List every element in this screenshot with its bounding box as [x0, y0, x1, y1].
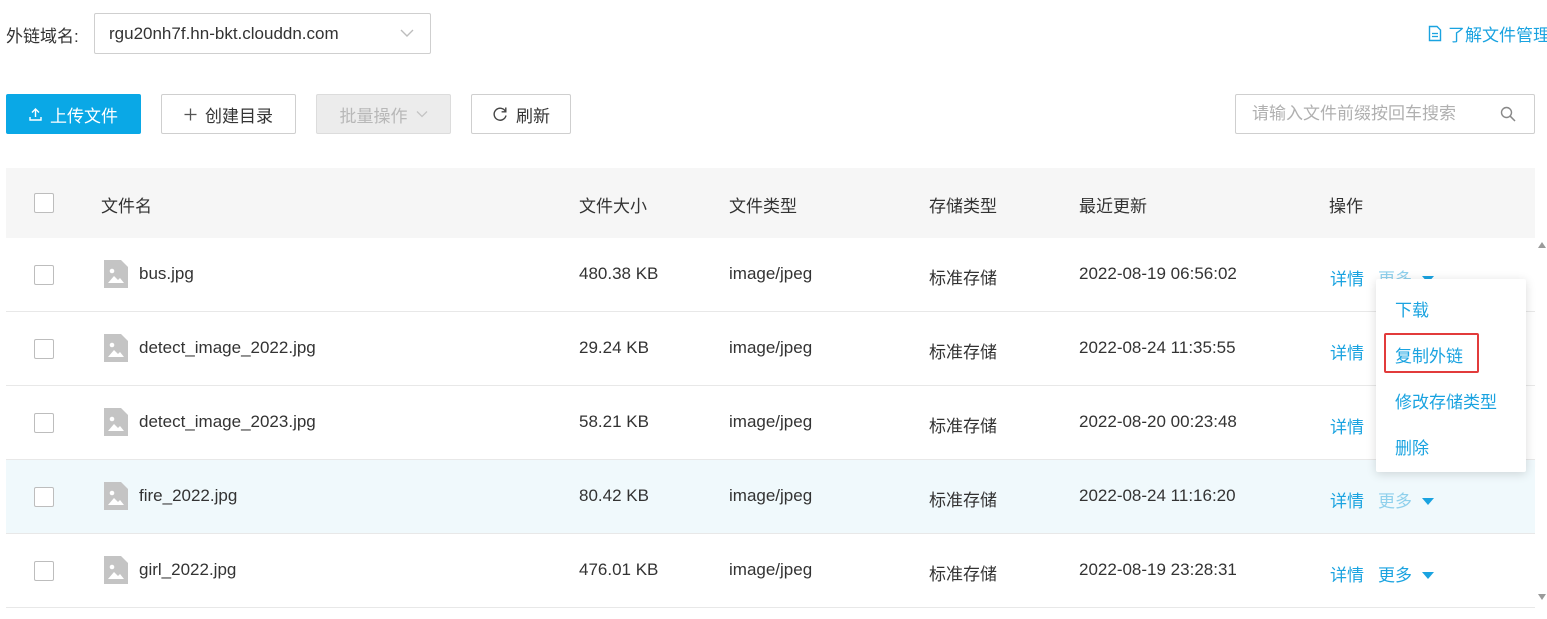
file-size: 58.21 KB: [579, 412, 649, 431]
domain-select-value: rgu20nh7f.hn-bkt.clouddn.com: [109, 24, 339, 43]
file-size: 29.24 KB: [579, 338, 649, 357]
row-checkbox[interactable]: [34, 413, 54, 433]
chevron-down-icon: [400, 29, 414, 37]
row-checkbox[interactable]: [34, 487, 54, 507]
table-row: girl_2022.jpg 476.01 KB image/jpeg 标准存储 …: [6, 534, 1535, 608]
table-row: bus.jpg 480.38 KB image/jpeg 标准存储 2022-0…: [6, 238, 1535, 312]
detail-link[interactable]: 详情: [1330, 413, 1364, 438]
domain-select[interactable]: rgu20nh7f.hn-bkt.clouddn.com: [94, 13, 431, 54]
create-directory-label: 创建目录: [205, 106, 273, 126]
updated-time: 2022-08-19 06:56:02: [1079, 264, 1237, 283]
file-name[interactable]: fire_2022.jpg: [139, 486, 237, 506]
storage-type: 标准存储: [929, 491, 997, 510]
upload-icon: [29, 107, 42, 121]
header-type: 文件类型: [729, 197, 797, 216]
row-checkbox[interactable]: [34, 339, 54, 359]
menu-item-delete[interactable]: 删除: [1395, 434, 1429, 459]
more-label: 更多: [1378, 492, 1412, 511]
caret-down-icon: [1422, 498, 1434, 505]
menu-item-change-storage[interactable]: 修改存储类型: [1395, 388, 1497, 413]
updated-time: 2022-08-24 11:35:55: [1079, 338, 1236, 357]
menu-item-copy-link[interactable]: 复制外链: [1395, 342, 1463, 367]
file-type: image/jpeg: [729, 264, 813, 283]
detail-link[interactable]: 详情: [1330, 561, 1364, 586]
storage-type: 标准存储: [929, 343, 997, 362]
plus-icon: [184, 108, 197, 120]
header-storage: 存储类型: [929, 197, 997, 216]
file-type: image/jpeg: [729, 560, 813, 579]
scroll-down-icon[interactable]: [1538, 594, 1546, 600]
image-file-icon: [104, 334, 128, 362]
file-type: image/jpeg: [729, 412, 813, 431]
batch-operation-label: 批量操作: [339, 106, 408, 126]
batch-operation-button[interactable]: 批量操作: [316, 94, 451, 134]
more-dropdown[interactable]: 更多: [1378, 487, 1434, 512]
file-name[interactable]: detect_image_2022.jpg: [139, 338, 316, 358]
domain-label: 外链域名:: [6, 27, 79, 46]
select-all-checkbox[interactable]: [34, 193, 54, 213]
header-size: 文件大小: [579, 197, 647, 216]
row-checkbox[interactable]: [34, 561, 54, 581]
search-icon[interactable]: [1500, 106, 1516, 122]
file-size: 476.01 KB: [579, 560, 659, 579]
row-checkbox[interactable]: [34, 265, 54, 285]
image-file-icon: [104, 260, 128, 288]
header-name: 文件名: [101, 197, 152, 216]
image-file-icon: [104, 408, 128, 436]
storage-type: 标准存储: [929, 565, 997, 584]
updated-time: 2022-08-19 23:28:31: [1079, 560, 1237, 579]
table-row: detect_image_2022.jpg 29.24 KB image/jpe…: [6, 312, 1535, 386]
document-icon: [1428, 25, 1442, 42]
table-header: 文件名 文件大小 文件类型 存储类型 最近更新 操作: [6, 168, 1535, 238]
refresh-icon: [493, 107, 507, 121]
more-dropdown[interactable]: 更多: [1378, 561, 1434, 586]
chevron-down-icon: [416, 111, 427, 118]
image-file-icon: [104, 556, 128, 584]
file-name[interactable]: bus.jpg: [139, 264, 194, 284]
scroll-up-icon[interactable]: [1538, 242, 1546, 248]
updated-time: 2022-08-20 00:23:48: [1079, 412, 1237, 431]
refresh-label: 刷新: [516, 106, 550, 126]
header-updated: 最近更新: [1079, 197, 1147, 216]
file-type: image/jpeg: [729, 486, 813, 505]
menu-item-download[interactable]: 下载: [1395, 296, 1429, 321]
upload-button-label: 上传文件: [50, 106, 118, 126]
caret-down-icon: [1422, 572, 1434, 579]
file-name[interactable]: girl_2022.jpg: [139, 560, 236, 580]
file-name[interactable]: detect_image_2023.jpg: [139, 412, 316, 432]
file-size: 80.42 KB: [579, 486, 649, 505]
more-label: 更多: [1378, 566, 1412, 585]
create-directory-button[interactable]: 创建目录: [161, 94, 296, 134]
detail-link[interactable]: 详情: [1330, 265, 1364, 290]
search-box: [1235, 94, 1535, 134]
header-actions: 操作: [1329, 197, 1363, 216]
storage-type: 标准存储: [929, 269, 997, 288]
table-row: fire_2022.jpg 80.42 KB image/jpeg 标准存储 2…: [6, 460, 1535, 534]
help-link-label: 了解文件管理: [1448, 26, 1547, 45]
storage-type: 标准存储: [929, 417, 997, 436]
detail-link[interactable]: 详情: [1330, 487, 1364, 512]
help-link[interactable]: 了解文件管理: [1428, 21, 1547, 46]
updated-time: 2022-08-24 11:16:20: [1079, 486, 1236, 505]
upload-button[interactable]: 上传文件: [6, 94, 141, 134]
image-file-icon: [104, 482, 128, 510]
file-type: image/jpeg: [729, 338, 813, 357]
search-input[interactable]: [1252, 95, 1492, 133]
detail-link[interactable]: 详情: [1330, 339, 1364, 364]
refresh-button[interactable]: 刷新: [471, 94, 571, 134]
file-size: 480.38 KB: [579, 264, 659, 283]
table-row: detect_image_2023.jpg 58.21 KB image/jpe…: [6, 386, 1535, 460]
more-actions-menu: 下载 复制外链 修改存储类型 删除: [1376, 279, 1526, 472]
